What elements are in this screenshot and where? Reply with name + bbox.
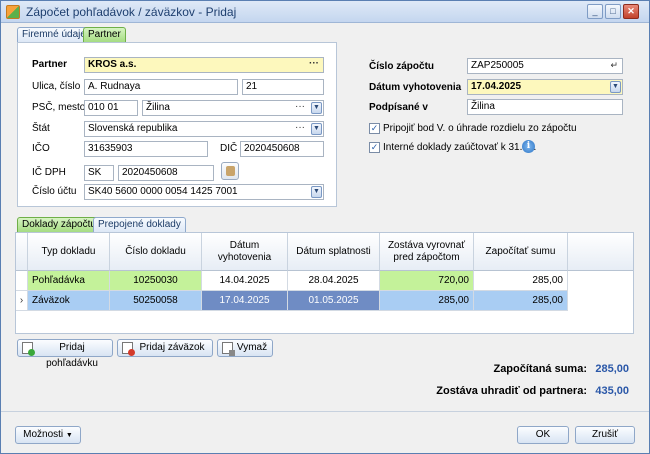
tab-partner[interactable]: Partner	[83, 27, 126, 42]
row-selector[interactable]	[16, 271, 28, 291]
ico-label: IČO	[32, 143, 50, 154]
cell-zostava: 720,00	[380, 271, 474, 291]
ulica-label: Ulica, číslo	[32, 81, 81, 92]
checkbox-interne-doklady[interactable]: ✓	[369, 142, 380, 153]
column-header-splatnosti[interactable]: Dátum splatnosti	[288, 233, 380, 271]
psc-field[interactable]: 010 01	[84, 100, 138, 116]
zapocitana-suma-value: 285,00	[595, 363, 629, 375]
add-receivable-icon	[22, 342, 35, 356]
cell-splatnosti: 28.04.2025	[288, 271, 380, 291]
info-icon[interactable]: i	[522, 140, 535, 153]
cislo-domu-field[interactable]: 21	[242, 79, 324, 95]
column-header-typ[interactable]: Typ dokladu	[28, 233, 110, 271]
stat-value: Slovenská republika	[88, 123, 178, 134]
ucet-value: SK40 5600 0000 0054 1425 7001	[88, 186, 238, 197]
maximize-button[interactable]: □	[605, 4, 621, 19]
checkbox-pripojit-bod[interactable]: ✓	[369, 123, 380, 134]
icdph-label: IČ DPH	[32, 167, 66, 178]
checkbox-interne-doklady-label: Interné doklady zaúčtovať k 31.12.	[383, 142, 537, 153]
stat-browse-icon[interactable]: ···	[295, 122, 305, 134]
partner-browse-icon[interactable]: ···	[309, 58, 319, 70]
stat-label: Štát	[32, 123, 50, 134]
tab-doklady-zapoctu[interactable]: Doklady zápočtu	[17, 217, 101, 232]
cell-cislo: 10250030	[110, 271, 202, 291]
partner-panel: Partner KROS a.s. ··· Ulica, číslo A. Ru…	[17, 42, 337, 207]
moznosti-button[interactable]: Možnosti ▼	[15, 426, 81, 444]
zapocitana-suma-label: Započítaná suma:	[493, 363, 587, 375]
cell-cislo: 50250058	[110, 291, 202, 311]
mesto-field[interactable]: Žilina ··· ▼	[142, 100, 324, 116]
minimize-button[interactable]: _	[587, 4, 603, 19]
icdph-verify-icon[interactable]	[221, 162, 239, 180]
ok-button[interactable]: OK	[517, 426, 569, 444]
documents-grid: Typ dokladu Číslo dokladu Dátum vyhotove…	[15, 232, 634, 334]
zostava-uhradit-label: Zostáva uhradiť od partnera:	[436, 385, 587, 397]
dialog-window: Zápočet pohľadávok / záväzkov - Pridaj _…	[0, 0, 650, 454]
ulica-field[interactable]: A. Rudnaya	[84, 79, 238, 95]
refresh-number-icon[interactable]: ↵	[610, 59, 618, 71]
cell-zapocitat[interactable]: 285,00	[474, 291, 568, 311]
cell-typ: Pohľadávka	[28, 271, 110, 291]
grid-corner	[16, 233, 28, 271]
column-header-zostava[interactable]: Zostáva vyrovnať pred zápočtom	[380, 233, 474, 271]
vymaz-button[interactable]: Vymaž	[217, 339, 273, 357]
close-button[interactable]: ✕	[623, 4, 639, 19]
dic-label: DIČ	[220, 143, 238, 154]
window-title: Zápočet pohľadávok / záväzkov - Pridaj	[26, 5, 237, 19]
datum-dropdown-icon[interactable]: ▼	[610, 81, 621, 93]
podpisane-label: Podpísané v	[369, 102, 428, 113]
pridaj-pohladavku-label: Pridaj pohľadávku	[46, 342, 98, 369]
icdph-field[interactable]: 2020450608	[118, 165, 214, 181]
column-header-zapocitat[interactable]: Započítať sumu	[474, 233, 568, 271]
footer-divider	[1, 411, 649, 412]
column-header-vyhotovenia[interactable]: Dátum vyhotovenia	[202, 233, 288, 271]
ucet-dropdown-icon[interactable]: ▼	[311, 186, 322, 198]
cislo-zapoctu-field[interactable]: ZAP250005 ↵	[467, 58, 623, 74]
zrusit-button[interactable]: Zrušiť	[575, 426, 635, 444]
cislo-zapoctu-label: Číslo zápočtu	[369, 61, 435, 72]
partner-value: KROS a.s.	[88, 59, 137, 70]
pridaj-zavazok-label: Pridaj záväzok	[139, 342, 205, 353]
cislo-zapoctu-value: ZAP250005	[471, 60, 524, 71]
mesto-browse-icon[interactable]: ···	[295, 101, 305, 113]
pridaj-zavazok-button[interactable]: Pridaj záväzok	[117, 339, 213, 357]
stat-dropdown-icon[interactable]: ▼	[311, 123, 322, 135]
psc-label: PSČ, mesto	[32, 102, 86, 113]
datum-vyhotovenia-field[interactable]: 17.04.2025 ▼	[467, 79, 623, 95]
add-payable-icon	[122, 342, 135, 356]
cell-zapocitat[interactable]: 285,00	[474, 271, 568, 291]
checkbox-pripojit-bod-label: Pripojiť bod V. o úhrade rozdielu zo záp…	[383, 123, 577, 134]
partner-label: Partner	[32, 59, 68, 70]
cell-splatnosti: 01.05.2025	[288, 291, 380, 311]
ucet-field[interactable]: SK40 5600 0000 0054 1425 7001 ▼	[84, 184, 324, 200]
partner-field[interactable]: KROS a.s. ···	[84, 57, 324, 73]
row-indicator-icon[interactable]: ›	[16, 291, 28, 311]
mesto-dropdown-icon[interactable]: ▼	[311, 102, 322, 114]
column-header-empty	[568, 233, 633, 271]
delete-icon	[222, 342, 235, 356]
column-header-cislo[interactable]: Číslo dokladu	[110, 233, 202, 271]
ucet-label: Číslo účtu	[32, 186, 77, 197]
tab-firemne-udaje[interactable]: Firemné údaje	[17, 27, 91, 42]
podpisane-field[interactable]: Žilina	[467, 99, 623, 115]
cell-vyhotovenia: 14.04.2025	[202, 271, 288, 291]
datum-vyhotovenia-label: Dátum vyhotovenia	[369, 82, 462, 93]
tab-prepojene-doklady[interactable]: Prepojené doklady	[93, 217, 186, 232]
cell-zostava: 285,00	[380, 291, 474, 311]
pridaj-pohladavku-button[interactable]: Pridaj pohľadávku	[17, 339, 113, 369]
title-bar: Zápočet pohľadávok / záväzkov - Pridaj _…	[1, 1, 649, 23]
cell-vyhotovenia: 17.04.2025	[202, 291, 288, 311]
icdph-prefix-field[interactable]: SK	[84, 165, 114, 181]
mesto-value: Žilina	[146, 102, 170, 113]
vymaz-label: Vymaž	[236, 342, 268, 353]
moznosti-label: Možnosti	[23, 429, 64, 440]
cell-typ: Záväzok	[28, 291, 110, 311]
stat-field[interactable]: Slovenská republika ··· ▼	[84, 121, 324, 137]
datum-vyhotovenia-value: 17.04.2025	[471, 81, 522, 92]
app-icon	[6, 5, 20, 19]
chevron-down-icon: ▼	[65, 432, 73, 439]
ico-field[interactable]: 31635903	[84, 141, 208, 157]
dic-field[interactable]: 2020450608	[240, 141, 324, 157]
zostava-uhradit-value: 435,00	[595, 385, 629, 397]
